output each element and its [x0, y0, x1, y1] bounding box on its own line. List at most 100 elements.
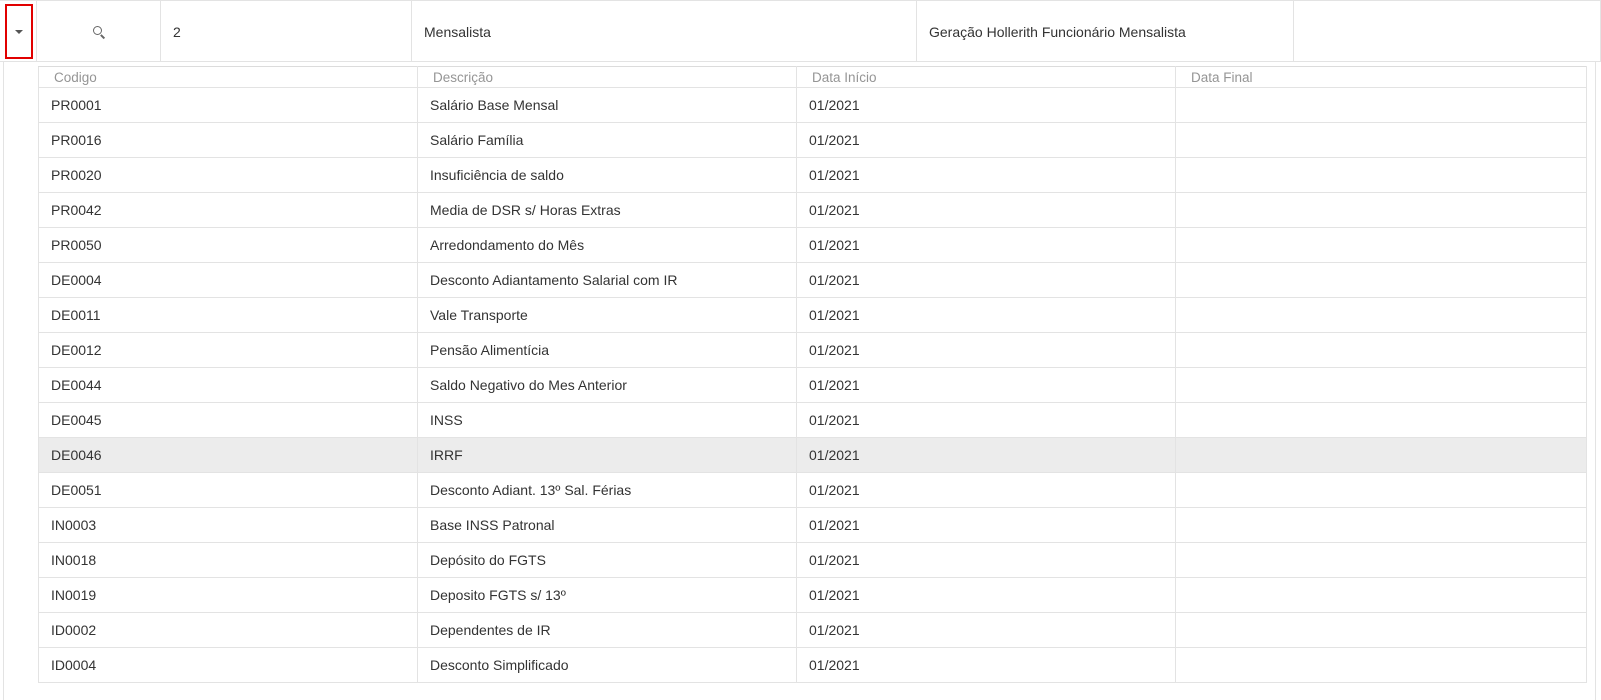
cell-descricao: Base INSS Patronal [417, 507, 797, 543]
cell-data-final [1175, 542, 1587, 578]
cell-descricao: Insuficiência de saldo [417, 157, 797, 193]
column-header-codigo[interactable]: Codigo [38, 66, 418, 88]
detail-body: PR0001 Salário Base Mensal 01/2021 PR0016 Sa… [38, 87, 1587, 683]
cell-descricao: Dependentes de IR [417, 612, 797, 648]
cell-data-inicio: 01/2021 [796, 402, 1176, 438]
cell-descricao: Deposito FGTS s/ 13º [417, 577, 797, 613]
master-row[interactable]: 2 Mensalista Geração Hollerith Funcionár… [0, 0, 1601, 62]
cell-descricao: INSS [417, 402, 797, 438]
cell-data-final [1175, 332, 1587, 368]
cell-descricao: IRRF [417, 437, 797, 473]
cell-codigo: PR0042 [38, 192, 418, 228]
cell-codigo: IN0019 [38, 577, 418, 613]
cell-data-final [1175, 402, 1587, 438]
cell-codigo: IN0018 [38, 542, 418, 578]
cell-data-final [1175, 612, 1587, 648]
table-row[interactable]: PR0016 Salário Família 01/2021 [38, 122, 1587, 158]
cell-codigo: DE0012 [38, 332, 418, 368]
master-type: Mensalista [412, 1, 917, 62]
cell-data-final [1175, 437, 1587, 473]
cell-data-inicio: 01/2021 [796, 437, 1176, 473]
cell-data-inicio: 01/2021 [796, 542, 1176, 578]
cell-codigo: IN0003 [38, 507, 418, 543]
detail-grid: Codigo Descrição Data Início Data Final … [38, 66, 1587, 683]
cell-data-inicio: 01/2021 [796, 472, 1176, 508]
table-row[interactable]: DE0012 Pensão Alimentícia 01/2021 [38, 332, 1587, 368]
cell-data-inicio: 01/2021 [796, 647, 1176, 683]
table-row[interactable]: ID0004 Desconto Simplificado 01/2021 [38, 647, 1587, 683]
expand-collapse-button[interactable] [5, 4, 33, 59]
expand-cell [0, 1, 37, 62]
cell-data-final [1175, 647, 1587, 683]
table-row[interactable]: DE0011 Vale Transporte 01/2021 [38, 297, 1587, 333]
cell-descricao: Desconto Adiant. 13º Sal. Férias [417, 472, 797, 508]
cell-data-inicio: 01/2021 [796, 262, 1176, 298]
cell-data-final [1175, 87, 1587, 123]
cell-descricao: Vale Transporte [417, 297, 797, 333]
cell-codigo: DE0046 [38, 437, 418, 473]
cell-descricao: Media de DSR s/ Horas Extras [417, 192, 797, 228]
table-row[interactable]: IN0003 Base INSS Patronal 01/2021 [38, 507, 1587, 543]
cell-data-inicio: 01/2021 [796, 507, 1176, 543]
cell-data-inicio: 01/2021 [796, 227, 1176, 263]
cell-data-final [1175, 227, 1587, 263]
cell-data-inicio: 01/2021 [796, 192, 1176, 228]
cell-codigo: DE0044 [38, 367, 418, 403]
cell-data-inicio: 01/2021 [796, 577, 1176, 613]
cell-data-inicio: 01/2021 [796, 122, 1176, 158]
cell-data-final [1175, 262, 1587, 298]
cell-codigo: PR0001 [38, 87, 418, 123]
cell-codigo: DE0004 [38, 262, 418, 298]
table-row[interactable]: PR0050 Arredondamento do Mês 01/2021 [38, 227, 1587, 263]
table-row[interactable]: DE0045 INSS 01/2021 [38, 402, 1587, 438]
table-row[interactable]: PR0001 Salário Base Mensal 01/2021 [38, 87, 1587, 123]
cell-data-final [1175, 297, 1587, 333]
detail-header-row: Codigo Descrição Data Início Data Final [38, 66, 1587, 88]
table-row[interactable]: IN0018 Depósito do FGTS 01/2021 [38, 542, 1587, 578]
cell-descricao: Depósito do FGTS [417, 542, 797, 578]
master-number: 2 [161, 1, 412, 62]
cell-descricao: Salário Base Mensal [417, 87, 797, 123]
table-row[interactable]: PR0020 Insuficiência de saldo 01/2021 [38, 157, 1587, 193]
detail-right-border [1595, 62, 1596, 700]
cell-data-final [1175, 122, 1587, 158]
cell-descricao: Salário Família [417, 122, 797, 158]
table-row[interactable]: PR0042 Media de DSR s/ Horas Extras 01/202… [38, 192, 1587, 228]
cell-data-inicio: 01/2021 [796, 297, 1176, 333]
cell-data-inicio: 01/2021 [796, 612, 1176, 648]
table-row[interactable]: ID0002 Dependentes de IR 01/2021 [38, 612, 1587, 648]
cell-codigo: PR0050 [38, 227, 418, 263]
cell-codigo: ID0002 [38, 612, 418, 648]
cell-data-final [1175, 577, 1587, 613]
table-row[interactable]: DE0004 Desconto Adiantamento Salarial com… [38, 262, 1587, 298]
cell-data-final [1175, 472, 1587, 508]
cell-data-inicio: 01/2021 [796, 367, 1176, 403]
cell-data-final [1175, 507, 1587, 543]
master-description: Geração Hollerith Funcionário Mensalista [917, 1, 1294, 62]
cell-codigo: DE0051 [38, 472, 418, 508]
table-row[interactable]: DE0051 Desconto Adiant. 13º Sal. Férias 01… [38, 472, 1587, 508]
cell-descricao: Saldo Negativo do Mes Anterior [417, 367, 797, 403]
column-header-descricao[interactable]: Descrição [417, 66, 797, 88]
cell-data-final [1175, 157, 1587, 193]
cell-data-inicio: 01/2021 [796, 157, 1176, 193]
caret-down-icon [15, 29, 23, 34]
search-icon[interactable] [92, 25, 106, 39]
table-row[interactable]: IN0019 Deposito FGTS s/ 13º 01/2021 [38, 577, 1587, 613]
cell-data-inicio: 01/2021 [796, 332, 1176, 368]
cell-descricao: Desconto Adiantamento Salarial com IR [417, 262, 797, 298]
cell-codigo: DE0011 [38, 297, 418, 333]
cell-descricao: Pensão Alimentícia [417, 332, 797, 368]
column-header-data-inicio[interactable]: Data Início [796, 66, 1176, 88]
detail-left-border [3, 62, 4, 700]
table-row[interactable]: DE0044 Saldo Negativo do Mes Anterior 01/2… [38, 367, 1587, 403]
cell-codigo: PR0020 [38, 157, 418, 193]
master-empty-cell [1294, 1, 1601, 62]
cell-descricao: Arredondamento do Mês [417, 227, 797, 263]
column-header-data-final[interactable]: Data Final [1175, 66, 1587, 88]
cell-codigo: PR0016 [38, 122, 418, 158]
table-row[interactable]: DE0046 IRRF 01/2021 [38, 437, 1587, 473]
cell-data-final [1175, 192, 1587, 228]
cell-descricao: Desconto Simplificado [417, 647, 797, 683]
cell-codigo: DE0045 [38, 402, 418, 438]
